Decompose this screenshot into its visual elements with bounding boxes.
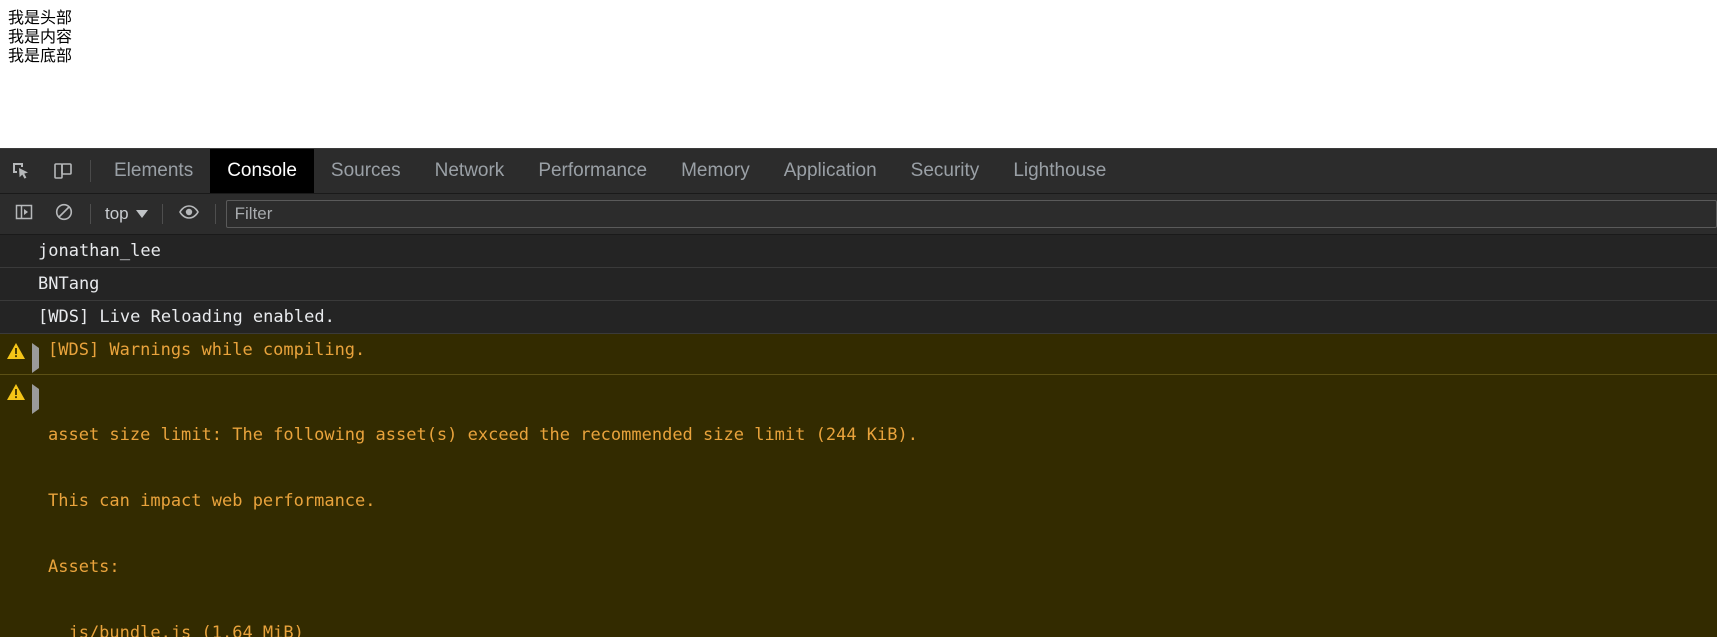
tab-memory[interactable]: Memory bbox=[664, 149, 767, 193]
tab-console[interactable]: Console bbox=[210, 149, 314, 193]
console-message-line: This can impact web performance. bbox=[48, 491, 376, 511]
page-footer-text: 我是底部 bbox=[8, 46, 73, 65]
console-message-warning[interactable]: [WDS] Warnings while compiling. bbox=[0, 334, 1717, 375]
page-header-text: 我是头部 bbox=[8, 8, 73, 27]
disclosure-triangle-icon[interactable] bbox=[32, 384, 46, 414]
console-toolbar: top bbox=[0, 194, 1717, 235]
live-expression-icon bbox=[178, 202, 200, 227]
console-message-log[interactable]: BNTang bbox=[0, 268, 1717, 301]
console-message-log[interactable]: [WDS] Live Reloading enabled. bbox=[0, 301, 1717, 334]
clear-console-button[interactable] bbox=[44, 194, 84, 234]
inspect-element-icon bbox=[10, 160, 32, 182]
console-message-warning[interactable]: asset size limit: The following asset(s)… bbox=[0, 375, 1717, 637]
execution-context-label: top bbox=[105, 204, 129, 223]
device-toolbar-icon bbox=[52, 160, 74, 182]
console-message-text: BNTang bbox=[38, 274, 100, 294]
console-message-text: jonathan_lee bbox=[38, 241, 161, 261]
toolbar-divider-2 bbox=[161, 204, 163, 224]
toolbar-divider-3 bbox=[214, 204, 216, 224]
warning-triangle-icon bbox=[6, 342, 26, 366]
live-expression-button[interactable] bbox=[169, 194, 209, 234]
rendered-page: 我是头部 我是内容 我是底部 bbox=[0, 0, 1717, 148]
device-toolbar-button[interactable] bbox=[42, 149, 84, 193]
console-message-list[interactable]: jonathan_lee BNTang [WDS] Live Reloading… bbox=[0, 235, 1717, 637]
inspect-element-button[interactable] bbox=[0, 149, 42, 193]
clear-console-icon bbox=[54, 202, 74, 227]
page-content-text: 我是内容 bbox=[8, 27, 73, 46]
filter-input[interactable] bbox=[225, 200, 1717, 228]
console-message-text: asset size limit: The following asset(s)… bbox=[48, 380, 1717, 637]
disclosure-triangle-icon[interactable] bbox=[32, 343, 46, 373]
console-message-line: Assets: bbox=[48, 557, 120, 577]
console-message-line: js/bundle.js (1.64 MiB) bbox=[48, 623, 304, 637]
tab-security[interactable]: Security bbox=[894, 149, 997, 193]
devtools-panel: Elements Console Sources Network Perform… bbox=[0, 148, 1717, 637]
console-sidebar-icon bbox=[14, 202, 34, 227]
tab-lighthouse[interactable]: Lighthouse bbox=[996, 149, 1123, 193]
console-message-log[interactable]: jonathan_lee bbox=[0, 235, 1717, 268]
console-sidebar-button[interactable] bbox=[4, 194, 44, 234]
execution-context-selector[interactable]: top bbox=[97, 201, 156, 227]
console-message-line: asset size limit: The following asset(s)… bbox=[48, 425, 918, 445]
tab-network[interactable]: Network bbox=[418, 149, 522, 193]
tab-performance[interactable]: Performance bbox=[521, 149, 664, 193]
tab-elements[interactable]: Elements bbox=[97, 149, 210, 193]
tabbar-divider bbox=[90, 160, 91, 182]
chevron-down-icon bbox=[135, 210, 148, 218]
tab-application[interactable]: Application bbox=[767, 149, 894, 193]
console-message-text: [WDS] Warnings while compiling. bbox=[48, 340, 366, 360]
devtools-tabbar: Elements Console Sources Network Perform… bbox=[0, 149, 1717, 194]
warning-triangle-icon bbox=[6, 383, 26, 407]
toolbar-divider-1 bbox=[90, 204, 91, 224]
console-message-text: [WDS] Live Reloading enabled. bbox=[38, 307, 335, 327]
tab-sources[interactable]: Sources bbox=[314, 149, 418, 193]
